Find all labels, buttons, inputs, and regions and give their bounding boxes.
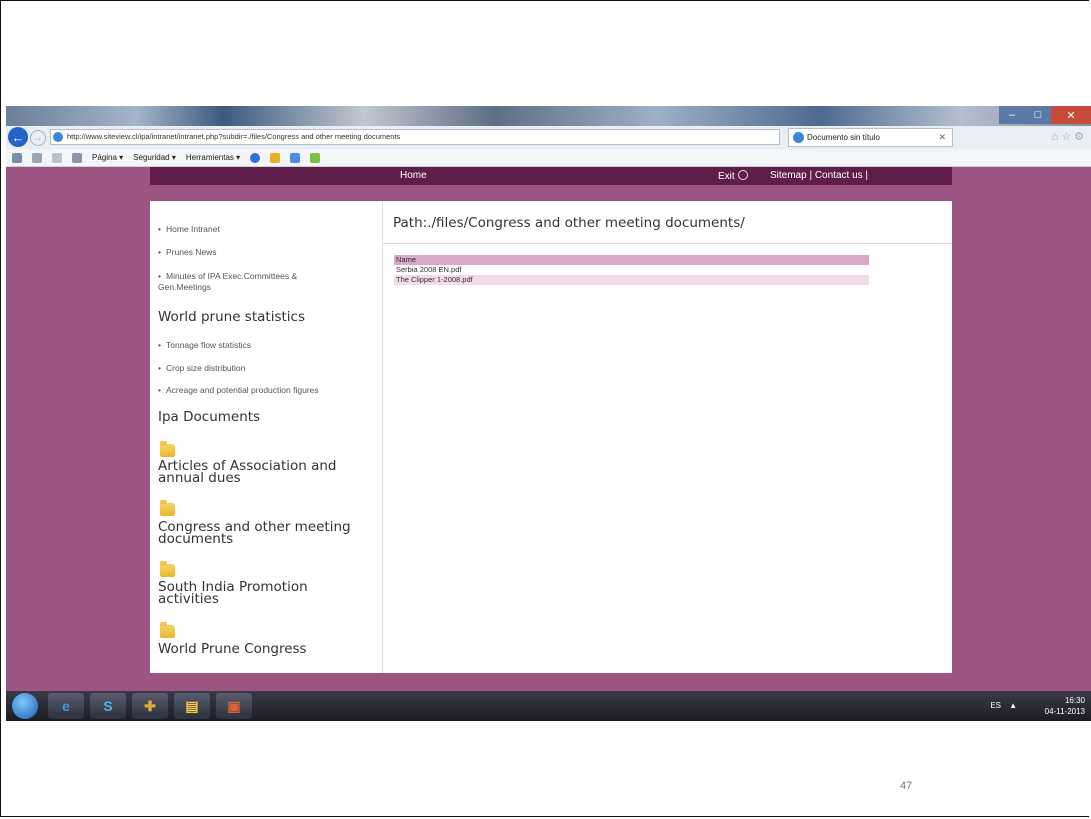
folder-label-line1: World Prune Congress: [158, 641, 307, 657]
command-bar: Página ▾ Seguridad ▾ Herramientas ▾: [6, 149, 1091, 167]
stats-heading: World prune statistics: [158, 309, 305, 325]
folder-south-india[interactable]: South India Promotion activities: [158, 580, 378, 607]
file-table: Name Serbia 2008 EN.pdf The Clipper 1-20…: [394, 255, 869, 285]
file-table-header[interactable]: Name: [394, 255, 869, 265]
site-top-nav: Home Exit Sitemap | Contact us |: [150, 167, 952, 185]
web-page: Home Exit Sitemap | Contact us | • Home I…: [6, 167, 1091, 691]
sidebar-link-prunes-news[interactable]: • Prunes News: [158, 247, 217, 258]
nav-home-link[interactable]: Home: [400, 170, 427, 181]
print-icon[interactable]: [72, 152, 82, 163]
path-heading: Path:./files/Congress and other meeting …: [393, 215, 745, 231]
sidebar-link-tonnage[interactable]: • Tonnage flow statistics: [158, 340, 251, 351]
back-icon[interactable]: ←: [8, 127, 28, 147]
menu-herramientas[interactable]: Herramientas ▾: [186, 153, 240, 162]
screenshot: – □ ✕ ← → http://www.siteview.cl/ipa/int…: [6, 106, 1091, 721]
menu-seguridad[interactable]: Seguridad ▾: [133, 153, 176, 162]
browser-tab[interactable]: Documento sin título ✕: [788, 128, 953, 147]
file-explorer-icon[interactable]: ▤: [174, 693, 210, 719]
main-content: Path:./files/Congress and other meeting …: [383, 201, 952, 673]
help-icon[interactable]: [250, 152, 261, 163]
system-tray: ES ▲ 16:30 04-11-2013: [990, 695, 1085, 717]
home-icon[interactable]: [12, 152, 22, 163]
folder-icon[interactable]: [160, 561, 175, 577]
folder-label-line2: annual dues: [158, 470, 241, 486]
taskbar: e S ✚ ▤ ▣ ES ▲ 16:30 04-11-2013: [6, 691, 1091, 721]
content-panel: • Home Intranet • Prunes News • Minutes of …: [150, 201, 952, 673]
sidebar: • Home Intranet • Prunes News • Minutes of …: [150, 201, 383, 673]
clock-time: 16:30: [1064, 696, 1085, 705]
sidebar-link-label: Home Intranet: [165, 224, 220, 234]
start-button[interactable]: [12, 693, 38, 719]
folder-label-line2: documents: [158, 531, 234, 547]
close-button[interactable]: ✕: [1051, 106, 1091, 124]
slide-number: 47: [900, 780, 913, 792]
sidebar-link-home-intranet[interactable]: • Home Intranet: [158, 224, 220, 235]
folder-articles[interactable]: Articles of Association and annual dues: [158, 459, 378, 486]
nav-exit-label: Exit: [718, 171, 735, 182]
file-row[interactable]: The Clipper 1-2008.pdf: [394, 275, 869, 285]
exit-icon: [737, 170, 748, 180]
sidebar-link-label: Tonnage flow statistics: [165, 340, 252, 350]
ie-page-icon: [53, 132, 63, 142]
sidebar-link-minutes[interactable]: • Minutes of IPA Exec.Committees & Gen.Mee…: [158, 271, 297, 293]
clock[interactable]: 16:30 04-11-2013: [1045, 695, 1085, 717]
ie-tab-icon: [793, 132, 804, 143]
skype-taskbar-icon[interactable]: S: [90, 693, 126, 719]
tab-title: Documento sin título: [807, 133, 880, 142]
sidebar-link-acreage[interactable]: • Acreage and potential production figure…: [158, 385, 319, 396]
divider: [383, 243, 952, 244]
file-row[interactable]: Serbia 2008 EN.pdf: [394, 265, 869, 275]
tray-expand-icon[interactable]: ▲: [1009, 701, 1017, 710]
sidebar-link-label: Acreage and potential production figures: [165, 385, 319, 395]
sidebar-link-label: Prunes News: [165, 247, 217, 257]
nav-exit-link[interactable]: Exit: [718, 170, 748, 182]
folder-icon[interactable]: [160, 500, 175, 516]
folder-label-line2: activities: [158, 591, 219, 607]
docs-heading: Ipa Documents: [158, 409, 261, 425]
forward-icon[interactable]: →: [30, 130, 46, 146]
internet-explorer-icon[interactable]: e: [48, 693, 84, 719]
app-taskbar-icon[interactable]: ✚: [132, 693, 168, 719]
nav-sitemap-contact[interactable]: Sitemap | Contact us |: [770, 170, 868, 181]
feeds-icon[interactable]: [32, 152, 42, 163]
url-text: http://www.siteview.cl/ipa/intranet/intr…: [67, 132, 401, 141]
sidebar-link-label: Crop size distribution: [165, 363, 246, 373]
powerpoint-icon[interactable]: ▣: [216, 693, 252, 719]
home-favorites-settings-icons[interactable]: ⌂☆⚙: [1052, 130, 1087, 143]
address-row: ← → http://www.siteview.cl/ipa/intranet/…: [6, 126, 1091, 150]
sidebar-link-label: Minutes of IPA Exec.Committees &: [165, 271, 298, 281]
addon-icon[interactable]: [270, 152, 281, 163]
folder-world-prune-congress[interactable]: World Prune Congress: [158, 641, 378, 657]
window-controls: – □ ✕: [999, 106, 1091, 126]
window-titlebar: – □ ✕: [6, 106, 1091, 126]
tab-close-icon[interactable]: ✕: [938, 129, 946, 146]
folder-icon[interactable]: [160, 441, 175, 457]
sidebar-link-label-cont: Gen.Meetings: [158, 282, 211, 292]
mail-icon[interactable]: [52, 152, 62, 163]
minimize-button[interactable]: –: [999, 106, 1025, 124]
address-bar[interactable]: http://www.siteview.cl/ipa/intranet/intr…: [50, 129, 780, 145]
menu-pagina[interactable]: Página ▾: [92, 153, 123, 162]
folder-icon[interactable]: [160, 622, 175, 638]
sidebar-link-crop-size[interactable]: • Crop size distribution: [158, 363, 245, 374]
skype-icon[interactable]: [290, 152, 301, 163]
extension-icon[interactable]: [310, 152, 321, 163]
maximize-button[interactable]: □: [1025, 106, 1051, 124]
clock-date: 04-11-2013: [1044, 707, 1085, 716]
folder-congress[interactable]: Congress and other meeting documents: [158, 520, 378, 547]
language-indicator[interactable]: ES: [990, 701, 1001, 710]
